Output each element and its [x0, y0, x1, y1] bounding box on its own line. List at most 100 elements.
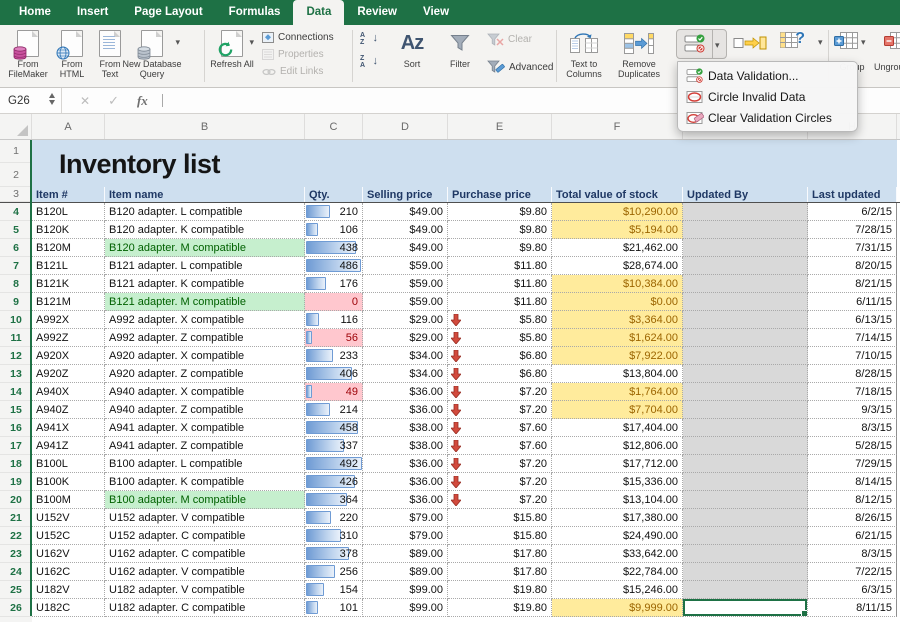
text-to-columns-button[interactable]: Text to Columns: [560, 28, 608, 79]
cell-item-number[interactable]: U182C: [32, 599, 105, 617]
row-header-10[interactable]: 10: [0, 311, 32, 329]
cell-last-updated[interactable]: 7/28/15: [808, 221, 897, 239]
cell-selling-price[interactable]: $38.00: [363, 419, 448, 437]
cell-selling-price[interactable]: $79.00: [363, 509, 448, 527]
cell-item-name[interactable]: B121 adapter. K compatible: [105, 275, 305, 293]
cell-item-number[interactable]: B121L: [32, 257, 105, 275]
cell-qty[interactable]: 438: [305, 239, 363, 257]
cell-total-value[interactable]: $28,674.00: [552, 257, 683, 275]
cell-item-name[interactable]: B100 adapter. K compatible: [105, 473, 305, 491]
cell-last-updated[interactable]: 8/26/15: [808, 509, 897, 527]
tab-page-layout[interactable]: Page Layout: [121, 0, 215, 25]
row-header-21[interactable]: 21: [0, 509, 32, 527]
cell-selling-price[interactable]: $36.00: [363, 473, 448, 491]
row-header-3[interactable]: 3: [0, 187, 32, 202]
cell-purchase-price[interactable]: $6.80: [448, 347, 552, 365]
advanced-filter-button[interactable]: Advanced: [487, 60, 553, 75]
cell-total-value[interactable]: $22,784.00: [552, 563, 683, 581]
cell-last-updated[interactable]: 8/3/15: [808, 419, 897, 437]
cell-purchase-price[interactable]: $19.80: [448, 581, 552, 599]
cell-item-name[interactable]: B120 adapter. K compatible: [105, 221, 305, 239]
cell-item-name[interactable]: B121 adapter. M compatible: [105, 293, 305, 311]
cell-selling-price[interactable]: $36.00: [363, 401, 448, 419]
cell-item-number[interactable]: A941X: [32, 419, 105, 437]
cell-last-updated[interactable]: 8/28/15: [808, 365, 897, 383]
cell-total-value[interactable]: $1,624.00: [552, 329, 683, 347]
cell-item-number[interactable]: B100K: [32, 473, 105, 491]
cell-item-number[interactable]: B120K: [32, 221, 105, 239]
connections-button[interactable]: Connections: [262, 30, 334, 45]
cell-qty[interactable]: 116: [305, 311, 363, 329]
row-header-13[interactable]: 13: [0, 365, 32, 383]
cell-purchase-price[interactable]: $7.20: [448, 383, 552, 401]
cell-qty[interactable]: 426: [305, 473, 363, 491]
cell-selling-price[interactable]: $34.00: [363, 365, 448, 383]
column-header-E[interactable]: E: [448, 114, 552, 139]
from-html-button[interactable]: From HTML: [53, 28, 91, 79]
cell-total-value[interactable]: $17,712.00: [552, 455, 683, 473]
cell-updated-by[interactable]: [683, 563, 808, 581]
cell-qty[interactable]: 378: [305, 545, 363, 563]
cell-item-number[interactable]: U182V: [32, 581, 105, 599]
new-database-query-button[interactable]: New Database Query: [118, 28, 186, 79]
row-header-5[interactable]: 5: [0, 221, 32, 239]
cell-item-name[interactable]: U182 adapter. V compatible: [105, 581, 305, 599]
cell-item-name[interactable]: A941 adapter. Z compatible: [105, 437, 305, 455]
cell-purchase-price[interactable]: $5.80: [448, 329, 552, 347]
cell-item-name[interactable]: U152 adapter. V compatible: [105, 509, 305, 527]
cell-item-number[interactable]: U162C: [32, 563, 105, 581]
cell-selling-price[interactable]: $99.00: [363, 581, 448, 599]
cell-item-name[interactable]: B120 adapter. L compatible: [105, 203, 305, 221]
cell-purchase-price[interactable]: $19.80: [448, 599, 552, 617]
from-filemaker-button[interactable]: From FileMaker: [3, 28, 53, 79]
table-header-updated-by[interactable]: Updated By: [683, 187, 808, 202]
tab-data[interactable]: Data: [293, 0, 344, 25]
cell-total-value[interactable]: $10,290.00: [552, 203, 683, 221]
cell-purchase-price[interactable]: $7.20: [448, 491, 552, 509]
cell-purchase-price[interactable]: $9.80: [448, 239, 552, 257]
cell-item-name[interactable]: B100 adapter. L compatible: [105, 455, 305, 473]
tab-view[interactable]: View: [410, 0, 462, 25]
clear-filter-button[interactable]: Clear: [487, 32, 532, 47]
cell-qty[interactable]: 154: [305, 581, 363, 599]
consolidate-button[interactable]: [733, 33, 767, 53]
properties-button[interactable]: Properties: [262, 47, 324, 62]
row-header-8[interactable]: 8: [0, 275, 32, 293]
what-if-analysis-button[interactable]: [780, 32, 798, 48]
row-header-1[interactable]: 1: [0, 140, 32, 163]
cell-item-name[interactable]: A992 adapter. X compatible: [105, 311, 305, 329]
cell-total-value[interactable]: $3,364.00: [552, 311, 683, 329]
remove-duplicates-button[interactable]: Remove Duplicates: [610, 28, 668, 79]
cell-qty[interactable]: 337: [305, 437, 363, 455]
cell-qty[interactable]: 233: [305, 347, 363, 365]
row-header-26[interactable]: 26: [0, 599, 32, 617]
group-button[interactable]: [834, 32, 858, 49]
row-header-2[interactable]: 2: [0, 163, 32, 187]
cell-qty[interactable]: 101: [305, 599, 363, 617]
cell-item-name[interactable]: U152 adapter. C compatible: [105, 527, 305, 545]
cell-total-value[interactable]: $7,922.00: [552, 347, 683, 365]
row-header-4[interactable]: 4: [0, 203, 32, 221]
cell-updated-by[interactable]: [683, 545, 808, 563]
data-validation-button[interactable]: [676, 29, 727, 59]
cell-total-value[interactable]: $33,642.00: [552, 545, 683, 563]
cell-last-updated[interactable]: 7/18/15: [808, 383, 897, 401]
cell-last-updated[interactable]: 7/14/15: [808, 329, 897, 347]
cell-updated-by[interactable]: [683, 239, 808, 257]
cell-total-value[interactable]: $0.00: [552, 293, 683, 311]
cell-updated-by[interactable]: [683, 383, 808, 401]
cell-item-number[interactable]: U162V: [32, 545, 105, 563]
cell-item-name[interactable]: U162 adapter. C compatible: [105, 545, 305, 563]
selected-cell[interactable]: [683, 599, 808, 617]
filter-button[interactable]: Filter: [438, 28, 482, 69]
cell-purchase-price[interactable]: $9.80: [448, 221, 552, 239]
cell-total-value[interactable]: $15,336.00: [552, 473, 683, 491]
row-header-7[interactable]: 7: [0, 257, 32, 275]
cell-item-number[interactable]: A992X: [32, 311, 105, 329]
tab-home[interactable]: Home: [6, 0, 64, 25]
cell-last-updated[interactable]: 8/14/15: [808, 473, 897, 491]
cell-updated-by[interactable]: [683, 257, 808, 275]
cell-total-value[interactable]: $9,999.00: [552, 599, 683, 617]
cell-selling-price[interactable]: $36.00: [363, 383, 448, 401]
cell-updated-by[interactable]: [683, 293, 808, 311]
